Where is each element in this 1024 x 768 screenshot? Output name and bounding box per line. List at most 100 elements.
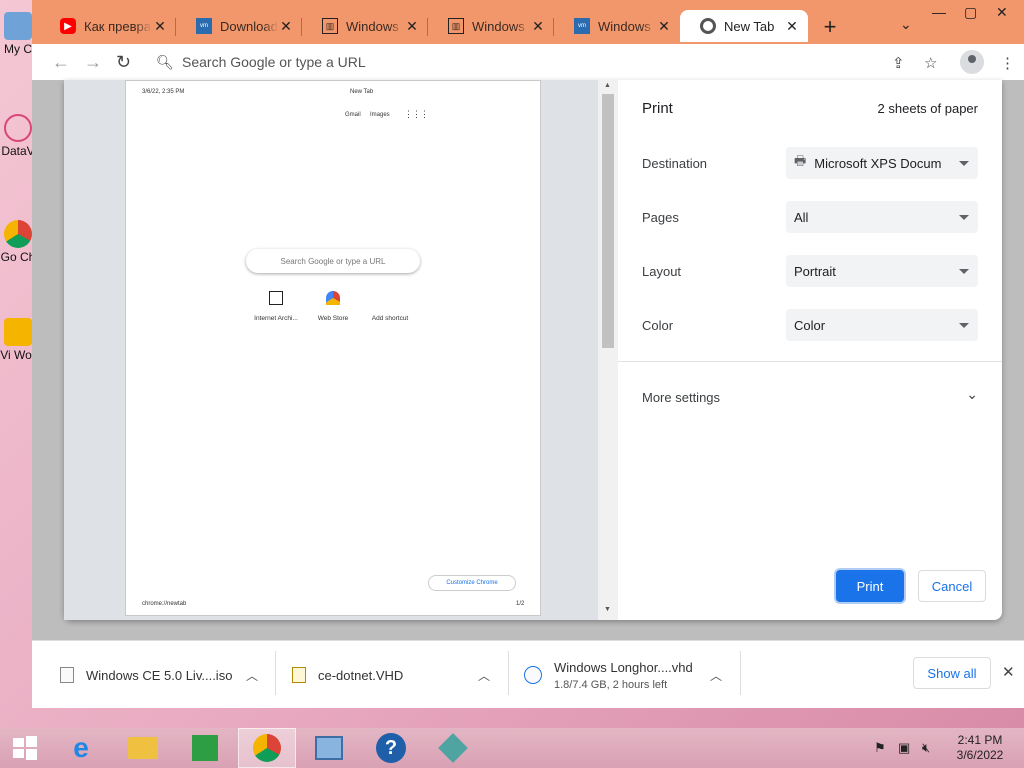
vmware-icon: vm	[574, 18, 590, 34]
destination-value: Microsoft XPS Docum	[814, 155, 942, 171]
download-item[interactable]: ce-dotnet.VHD ︿	[292, 641, 504, 709]
folder-icon	[128, 737, 158, 759]
taskbar-control-panel[interactable]	[300, 728, 358, 768]
network-icon[interactable]: ▣	[898, 740, 910, 756]
tab-download-vmware[interactable]: vm Download V ✕	[176, 10, 302, 42]
disk-image-icon	[524, 666, 542, 684]
tab-windows-ce-2[interactable]: ▥ Windows C ✕	[428, 10, 554, 42]
close-icon[interactable]: ✕	[1002, 663, 1015, 681]
close-window-button[interactable]: ✕	[996, 4, 1008, 21]
print-button[interactable]: Print	[836, 570, 904, 602]
back-icon[interactable]: ←	[52, 52, 70, 73]
taskbar-chrome[interactable]	[238, 728, 296, 768]
show-all-button[interactable]: Show all	[913, 657, 991, 689]
maximize-button[interactable]: ▢	[964, 4, 977, 21]
preview-search-box: Search Google or type a URL	[246, 249, 420, 273]
scroll-down-icon[interactable]: ▼	[604, 606, 611, 613]
desktop-icon-datav[interactable]: DataV	[0, 114, 36, 158]
chevron-up-icon[interactable]: ︿	[246, 667, 258, 684]
preview-scrollbar[interactable]: ▲ ▼	[598, 80, 618, 620]
taskbar-clock[interactable]: 2:41 PM 3/6/2022	[950, 733, 1010, 763]
desktop-icon-label: Vi Wor	[0, 348, 36, 362]
store-icon	[192, 735, 218, 761]
tab-title: Windows C	[346, 18, 404, 34]
chevron-up-icon[interactable]: ︿	[478, 667, 490, 684]
chevron-down-icon	[959, 160, 969, 166]
scrollbar-thumb[interactable]	[602, 94, 614, 348]
omnibox[interactable]: 🔍︎ Search Google or type a URL	[150, 48, 942, 76]
windows-logo-icon	[13, 736, 37, 760]
menu-kebab-icon[interactable]: ⋮	[1000, 54, 1015, 72]
download-separator	[508, 651, 509, 695]
taskbar-package[interactable]	[424, 728, 482, 768]
desktop-icon-label: My C	[4, 42, 32, 56]
taskbar-help[interactable]: ?	[362, 728, 420, 768]
pages-value: All	[794, 209, 809, 225]
destination-select[interactable]: 🖶︎ Microsoft XPS Docum	[786, 147, 978, 179]
chrome-icon	[4, 220, 32, 248]
desktop-icon-my-computer[interactable]: My C	[0, 12, 36, 56]
download-item[interactable]: Windows Longhor....vhd 1.8/7.4 GB, 2 hou…	[524, 641, 736, 709]
chevron-down-icon	[959, 214, 969, 220]
add-shortcut-icon	[383, 291, 397, 305]
volume-muted-icon[interactable]: 🔇︎	[922, 740, 930, 756]
start-button[interactable]	[0, 728, 50, 768]
desktop-icon-chrome[interactable]: Go Ch	[0, 220, 36, 264]
more-settings-toggle[interactable]: More settings	[642, 390, 720, 405]
search-icon: 🔍︎	[156, 53, 174, 70]
scroll-up-icon[interactable]: ▲	[604, 82, 611, 89]
layout-select[interactable]: Portrait	[786, 255, 978, 287]
color-label: Color	[642, 318, 674, 333]
omnibox-placeholder: Search Google or type a URL	[182, 54, 366, 70]
chevron-down-icon[interactable]: ⌄	[966, 386, 978, 403]
minimize-button[interactable]: —	[932, 4, 946, 20]
close-tab-icon[interactable]: ✕	[278, 18, 294, 35]
chevron-up-icon[interactable]: ︿	[710, 667, 722, 684]
cancel-button[interactable]: Cancel	[918, 570, 986, 602]
pages-select[interactable]: All	[786, 201, 978, 233]
forward-icon[interactable]: →	[84, 52, 102, 73]
taskbar-file-explorer[interactable]	[114, 728, 172, 768]
preview-shortcut: Internet Archi...	[246, 291, 306, 322]
reload-icon[interactable]: ↻	[116, 52, 131, 73]
download-shelf: Windows CE 5.0 Liv....iso ︿ ce-dotnet.VH…	[32, 640, 1024, 708]
chrome-window: ▶ Как превра ✕ vm Download V ✕ ▥ Windows…	[32, 0, 1024, 708]
download-separator	[740, 651, 741, 695]
print-settings-panel: Print 2 sheets of paper Destination 🖶︎ M…	[618, 80, 1002, 620]
chrome-icon	[700, 18, 716, 34]
download-status: 1.8/7.4 GB, 2 hours left	[554, 678, 668, 691]
share-icon[interactable]: ⇪	[892, 54, 905, 72]
download-separator	[275, 651, 276, 695]
taskbar-internet-explorer[interactable]: e	[52, 728, 110, 768]
download-item[interactable]: Windows CE 5.0 Liv....iso ︿	[60, 641, 272, 709]
tab-title: Как превра	[84, 18, 151, 34]
tab-search-icon[interactable]: ⌄	[900, 16, 912, 33]
destination-label: Destination	[642, 156, 708, 171]
tab-title: Download V	[220, 18, 278, 34]
close-tab-icon[interactable]: ✕	[784, 18, 800, 35]
settings-divider	[618, 361, 1002, 362]
tab-windows-vmware[interactable]: vm Windows V ✕	[554, 10, 680, 42]
page-content: 3/6/22, 2:35 PM New Tab Gmail Images ⋮⋮⋮…	[32, 80, 1024, 640]
flag-icon[interactable]: ⚑	[874, 740, 886, 756]
tab-windows-ce-1[interactable]: ▥ Windows C ✕	[302, 10, 428, 42]
close-tab-icon[interactable]: ✕	[530, 18, 546, 35]
control-panel-icon	[315, 736, 343, 760]
close-tab-icon[interactable]: ✕	[404, 18, 420, 35]
tab-strip: ▶ Как превра ✕ vm Download V ✕ ▥ Windows…	[32, 0, 1024, 44]
color-select[interactable]: Color	[786, 309, 978, 341]
download-name: ce-dotnet.VHD	[318, 667, 404, 683]
taskbar-store[interactable]	[176, 728, 234, 768]
computer-icon	[4, 12, 32, 40]
desktop-icon-vmware[interactable]: Vi Wor	[0, 318, 36, 362]
download-name: Windows CE 5.0 Liv....iso	[86, 667, 233, 683]
new-tab-button[interactable]: +	[818, 14, 842, 40]
download-name: Windows Longhor....vhd	[554, 659, 693, 675]
profile-avatar[interactable]	[960, 50, 984, 74]
close-tab-icon[interactable]: ✕	[656, 18, 672, 35]
tab-new-tab[interactable]: New Tab ✕	[680, 10, 808, 42]
tab-youtube[interactable]: ▶ Как превра ✕	[40, 10, 176, 42]
color-value: Color	[794, 317, 826, 333]
bookmark-star-icon[interactable]: ☆	[924, 54, 937, 72]
close-tab-icon[interactable]: ✕	[152, 18, 168, 35]
